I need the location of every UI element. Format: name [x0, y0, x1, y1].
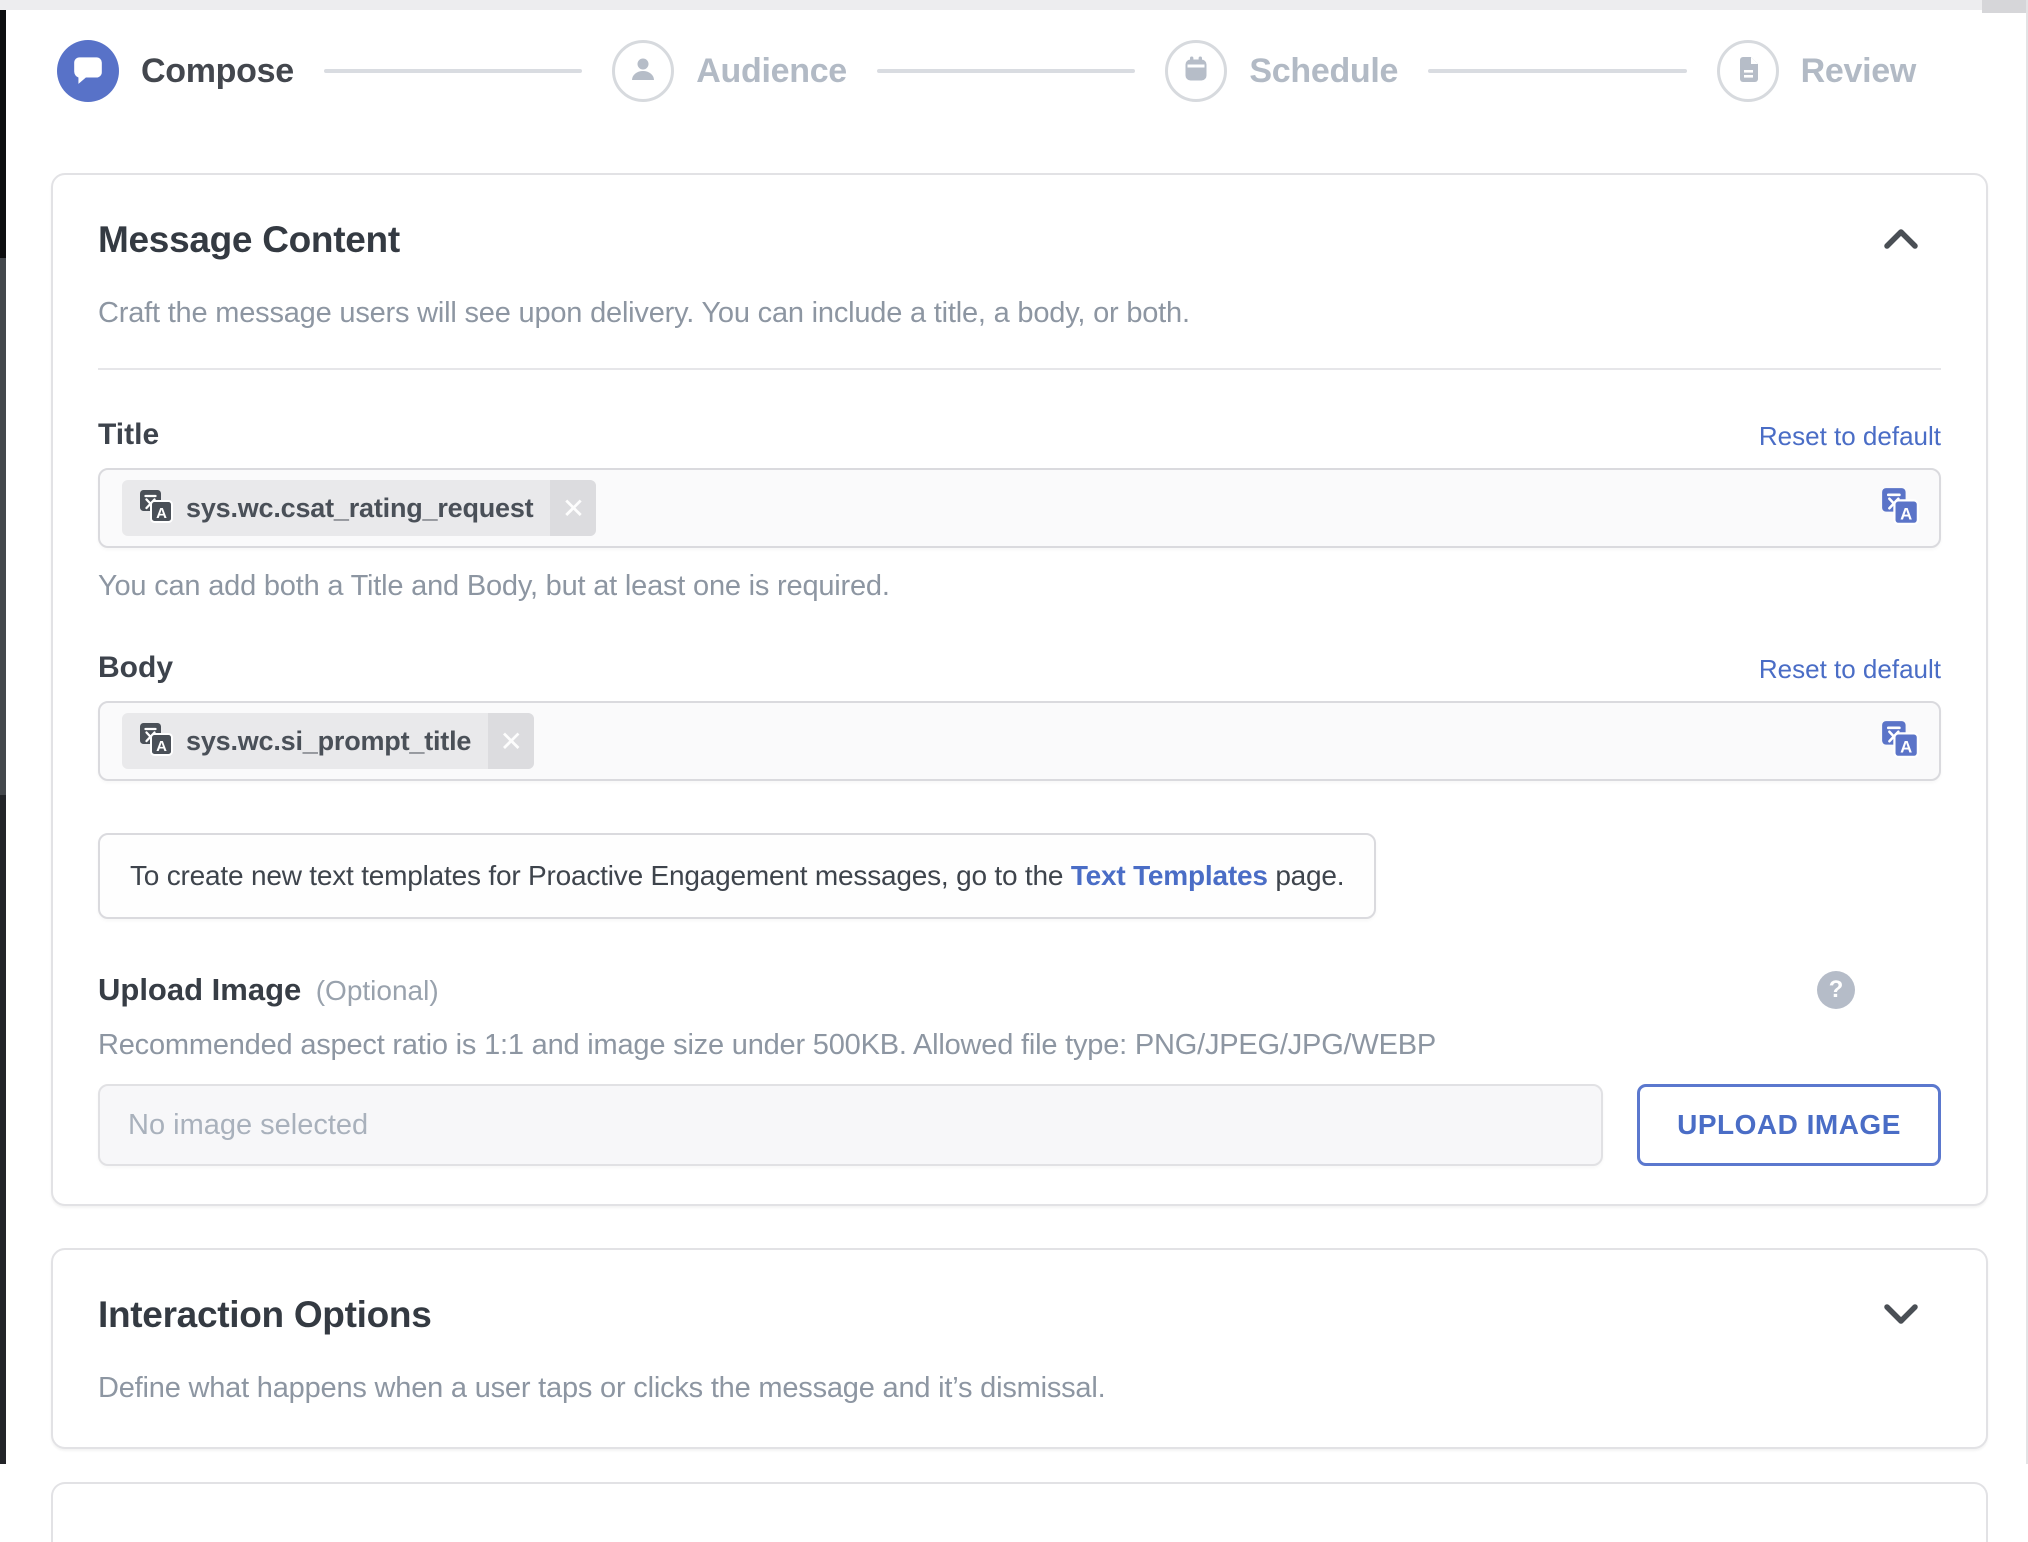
main-content: Compose Audience — [6, 10, 1982, 1542]
chevron-up-icon — [1883, 227, 1919, 254]
step-audience-circle — [612, 40, 674, 102]
step-schedule-label: Schedule — [1249, 52, 1398, 91]
svg-text:A: A — [1900, 504, 1912, 523]
wizard-stepper: Compose Audience — [57, 40, 1916, 102]
upload-help-button[interactable]: ? — [1817, 971, 1855, 1009]
document-icon — [1732, 53, 1764, 90]
chevron-down-icon — [1883, 1302, 1919, 1329]
collapse-section-button[interactable] — [1883, 227, 1919, 254]
calendar-icon — [1180, 53, 1212, 90]
title-input[interactable]: A sys.wc.csat_rating_request ✕ — [98, 468, 1941, 548]
body-reset-link[interactable]: Reset to default — [1759, 654, 1941, 685]
title-field-label: Title — [98, 418, 159, 452]
translate-icon: A — [139, 489, 173, 528]
stepper-connector — [877, 69, 1135, 73]
title-translate-button[interactable]: A — [1877, 483, 1923, 534]
step-audience[interactable]: Audience — [612, 40, 847, 102]
title-reset-link[interactable]: Reset to default — [1759, 421, 1941, 452]
interaction-options-title: Interaction Options — [98, 1294, 431, 1336]
note-suffix: page. — [1268, 860, 1345, 891]
translate-icon: A — [1881, 487, 1919, 530]
upload-hint-text: Recommended aspect ratio is 1:1 and imag… — [98, 1029, 1941, 1062]
stepper-connector — [1428, 69, 1686, 73]
expand-section-button[interactable] — [1883, 1302, 1919, 1329]
text-templates-note: To create new text templates for Proacti… — [98, 833, 1376, 919]
step-schedule-circle — [1165, 40, 1227, 102]
svg-text:A: A — [156, 505, 167, 522]
body-template-name: sys.wc.si_prompt_title — [186, 726, 471, 757]
scrollbar-thumb[interactable] — [1982, 0, 2028, 13]
body-input[interactable]: A sys.wc.si_prompt_title ✕ A — [98, 701, 1941, 781]
message-content-title: Message Content — [98, 219, 400, 261]
svg-text:A: A — [1900, 737, 1912, 756]
close-icon: ✕ — [562, 492, 585, 525]
step-compose-circle — [57, 40, 119, 102]
step-review-circle — [1717, 40, 1779, 102]
person-icon — [627, 53, 659, 90]
translate-icon: A — [1881, 720, 1919, 763]
question-mark-icon: ? — [1829, 976, 1844, 1004]
message-content-description: Craft the message users will see upon de… — [98, 297, 1941, 330]
interaction-options-description: Define what happens when a user taps or … — [98, 1372, 1941, 1405]
svg-text:A: A — [156, 738, 167, 755]
upload-image-label: Upload Image — [98, 972, 301, 1007]
image-filename-input[interactable] — [98, 1084, 1603, 1166]
body-translate-button[interactable]: A — [1877, 716, 1923, 767]
step-review[interactable]: Review — [1717, 40, 1916, 102]
title-template-chip[interactable]: A sys.wc.csat_rating_request ✕ — [122, 480, 596, 536]
chat-bubble-icon — [71, 52, 105, 91]
next-section-card — [51, 1482, 1988, 1542]
translate-icon: A — [139, 722, 173, 761]
step-review-label: Review — [1801, 52, 1916, 91]
remove-body-template-button[interactable]: ✕ — [488, 713, 534, 769]
message-content-card: Message Content Craft the message users … — [51, 173, 1988, 1206]
step-compose-label: Compose — [141, 52, 294, 91]
body-field-label: Body — [98, 651, 173, 685]
step-compose[interactable]: Compose — [57, 40, 294, 102]
remove-title-template-button[interactable]: ✕ — [550, 480, 596, 536]
step-schedule[interactable]: Schedule — [1165, 40, 1398, 102]
body-template-chip[interactable]: A sys.wc.si_prompt_title ✕ — [122, 713, 534, 769]
upload-optional-label: (Optional) — [316, 975, 439, 1006]
stepper-connector — [324, 69, 582, 73]
section-divider — [98, 368, 1941, 370]
interaction-options-card: Interaction Options Define what happens … — [51, 1248, 1988, 1449]
window-top-strip — [0, 0, 1982, 10]
upload-image-button[interactable]: UPLOAD IMAGE — [1637, 1084, 1941, 1166]
title-template-name: sys.wc.csat_rating_request — [186, 493, 533, 524]
close-icon: ✕ — [499, 725, 522, 758]
step-audience-label: Audience — [696, 52, 847, 91]
note-prefix: To create new text templates for Proacti… — [130, 860, 1071, 891]
text-templates-link[interactable]: Text Templates — [1071, 860, 1268, 891]
title-helper-text: You can add both a Title and Body, but a… — [98, 570, 1941, 603]
